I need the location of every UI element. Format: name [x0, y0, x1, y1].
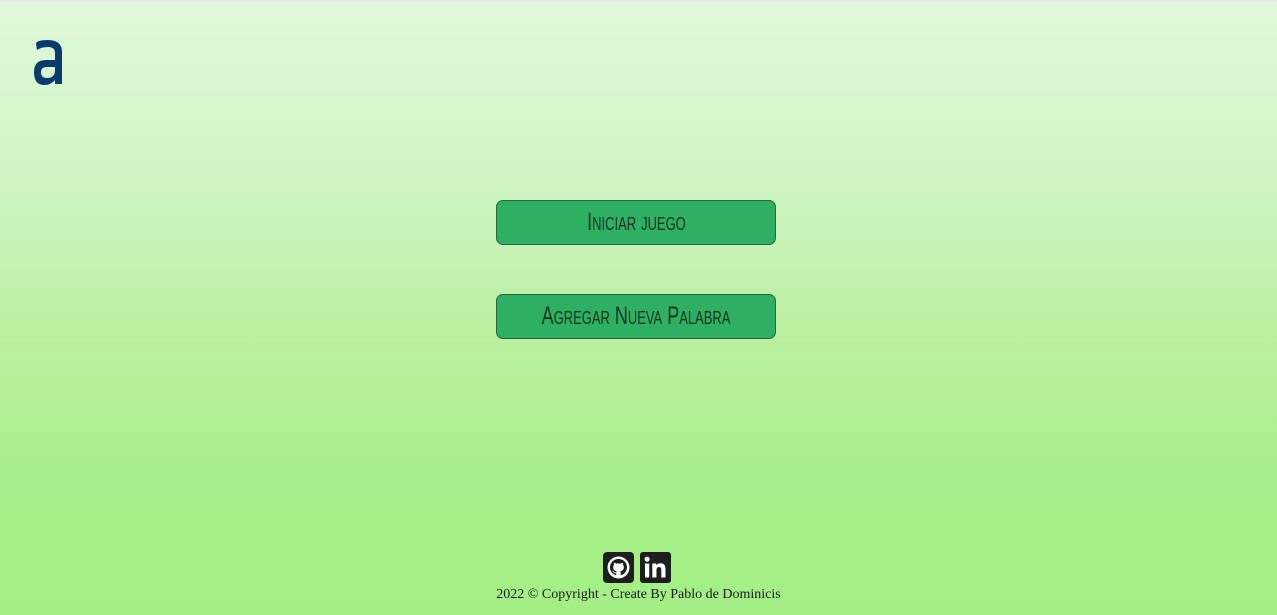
- social-links: [603, 552, 671, 583]
- start-game-label: Iniciar juego: [586, 208, 686, 236]
- start-game-button[interactable]: Iniciar juego: [496, 200, 776, 245]
- alura-logo-icon: [30, 34, 68, 88]
- add-new-word-button[interactable]: Agregar Nueva Palabra: [496, 294, 776, 339]
- linkedin-icon[interactable]: [640, 552, 671, 583]
- top-border: [0, 0, 1277, 2]
- footer-copyright: 2022 © Copyright - Create By Pablo de Do…: [496, 587, 781, 602]
- github-icon[interactable]: [603, 552, 634, 583]
- add-new-word-label: Agregar Nueva Palabra: [541, 302, 731, 330]
